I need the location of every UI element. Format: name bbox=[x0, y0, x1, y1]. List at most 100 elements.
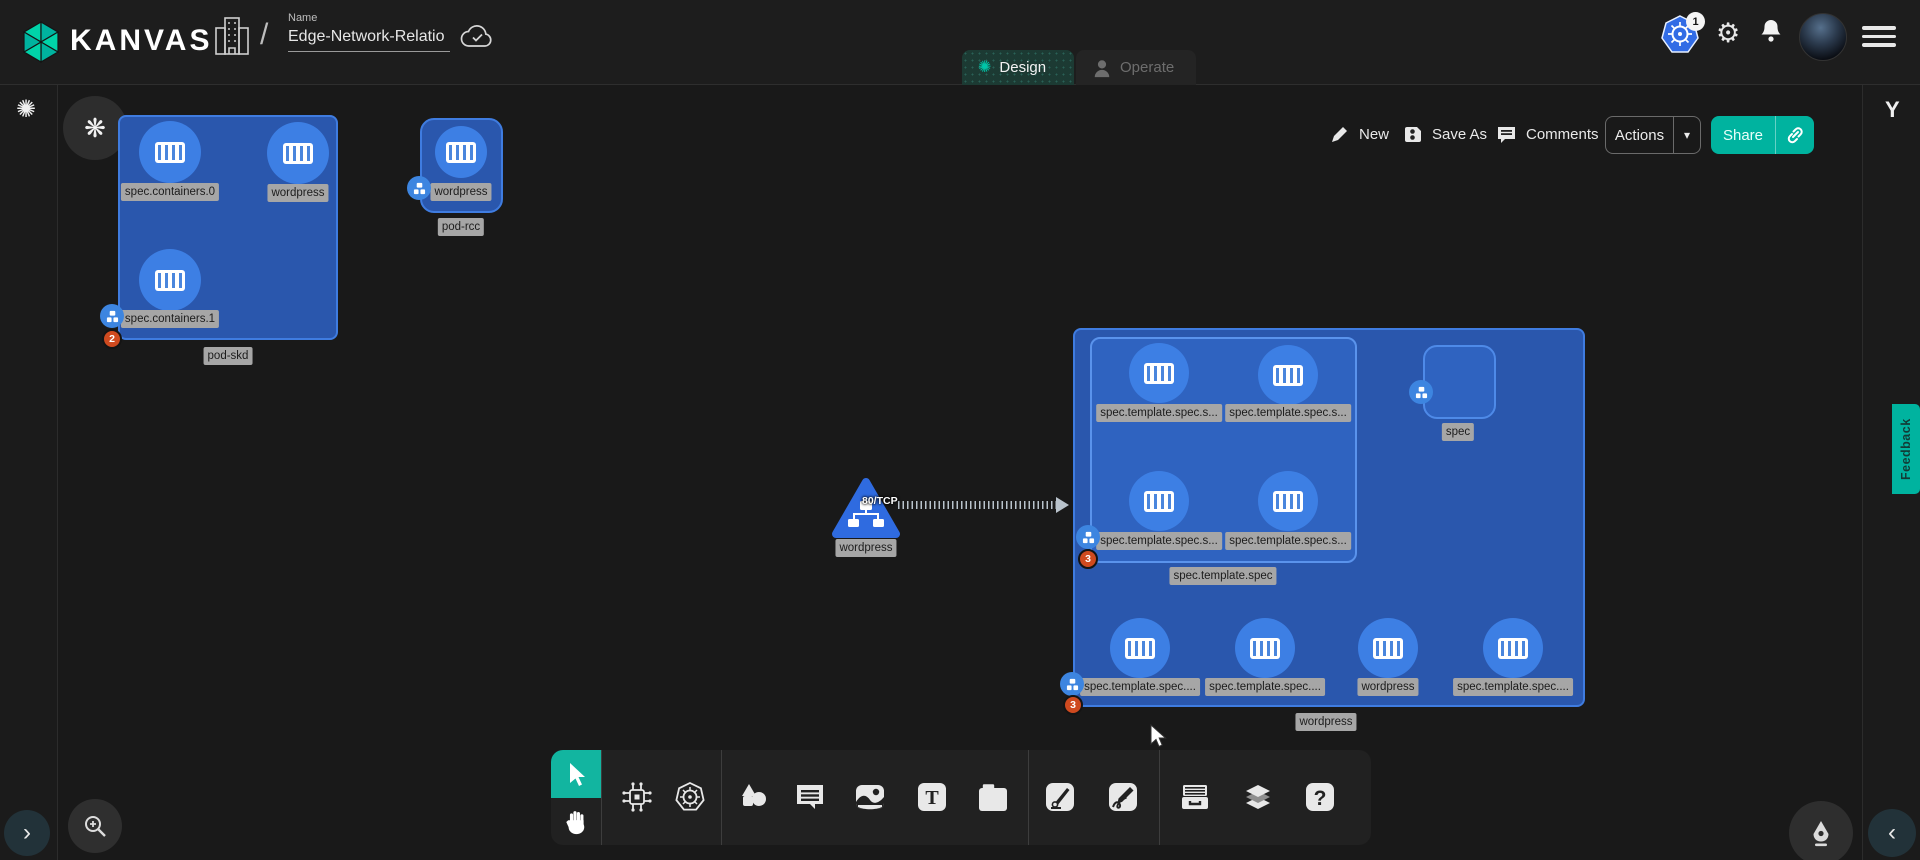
node-container[interactable] bbox=[1258, 345, 1318, 405]
node-wordpress-container[interactable] bbox=[435, 126, 487, 178]
node-spec[interactable] bbox=[1423, 345, 1496, 419]
svg-text:T: T bbox=[925, 787, 939, 809]
select-tool-button[interactable] bbox=[551, 750, 601, 798]
share-divider bbox=[1775, 116, 1776, 154]
header-bar: KANVAS / Name ✺ Design Operat bbox=[0, 0, 1920, 85]
toolbar-divider bbox=[721, 750, 722, 845]
layers-tool-icon[interactable] bbox=[1240, 779, 1276, 815]
node-container[interactable] bbox=[1110, 618, 1170, 678]
pod-badge-icon[interactable] bbox=[1076, 525, 1100, 549]
share-button-label: Share bbox=[1711, 127, 1775, 144]
meshery-spinner-icon[interactable]: ✺ bbox=[16, 95, 36, 124]
node-container[interactable] bbox=[1129, 343, 1189, 403]
node-spec-containers-0[interactable] bbox=[139, 121, 201, 183]
notifications-bell-icon[interactable] bbox=[1758, 18, 1784, 47]
pen-nib-icon bbox=[1806, 818, 1836, 848]
toolbar-divider bbox=[1159, 750, 1160, 845]
container-icon bbox=[446, 142, 476, 163]
image-tool-icon[interactable] bbox=[852, 779, 888, 815]
node-spec-containers-1[interactable] bbox=[139, 249, 201, 311]
text-tool-icon[interactable]: T bbox=[914, 779, 950, 815]
pod-badge-icon[interactable] bbox=[1409, 380, 1433, 404]
design-mode-pen-button[interactable] bbox=[1789, 801, 1853, 860]
issue-count-badge[interactable]: 3 bbox=[1078, 549, 1098, 569]
container-icon bbox=[1273, 365, 1303, 386]
new-button-label: New bbox=[1359, 126, 1389, 143]
pod-badge-icon[interactable] bbox=[407, 176, 431, 200]
actions-button-label: Actions bbox=[1606, 127, 1673, 144]
container-icon bbox=[1125, 638, 1155, 659]
user-avatar[interactable] bbox=[1799, 13, 1847, 61]
settings-gear-icon[interactable]: ⚙ bbox=[1716, 18, 1740, 49]
cloud-saved-icon bbox=[460, 24, 494, 50]
design-name-input[interactable] bbox=[288, 28, 450, 52]
save-as-button-label: Save As bbox=[1432, 126, 1487, 143]
comment-icon bbox=[1496, 124, 1517, 145]
pod-badge-icon[interactable] bbox=[100, 304, 124, 328]
zoom-in-button[interactable] bbox=[68, 799, 122, 853]
node-label: wordpress bbox=[430, 183, 491, 201]
expand-left-panel-button[interactable]: › bbox=[4, 810, 50, 856]
breadcrumb-separator: / bbox=[260, 18, 268, 52]
pod-badge-icon[interactable] bbox=[1060, 672, 1084, 696]
new-button[interactable]: New bbox=[1330, 124, 1389, 144]
container-icon bbox=[155, 142, 185, 163]
sticky-note-tool-icon[interactable] bbox=[975, 779, 1011, 815]
node-container[interactable] bbox=[1235, 618, 1295, 678]
node-container[interactable] bbox=[1258, 471, 1318, 531]
hamburger-menu-icon[interactable] bbox=[1862, 26, 1896, 52]
drawer-tool-icon[interactable] bbox=[1177, 779, 1213, 815]
edge-arrowhead bbox=[1056, 497, 1069, 513]
caret-down-icon[interactable]: ▾ bbox=[1674, 128, 1700, 142]
group-label-wordpress: wordpress bbox=[1295, 713, 1356, 731]
node-label: spec.template.spec.s... bbox=[1225, 532, 1351, 550]
group-label-pod-skd: pod-skd bbox=[204, 347, 253, 365]
share-button[interactable]: Share bbox=[1711, 116, 1814, 154]
container-icon bbox=[1144, 491, 1174, 512]
tab-operate[interactable]: Operate bbox=[1076, 50, 1196, 85]
link-icon[interactable] bbox=[1785, 125, 1805, 145]
node-label: spec.containers.0 bbox=[121, 183, 219, 201]
container-icon bbox=[1498, 638, 1528, 659]
bottom-toolbar: T ? bbox=[551, 750, 1371, 845]
pan-tool-button[interactable] bbox=[551, 798, 601, 845]
issue-count-badge[interactable]: 2 bbox=[102, 329, 122, 349]
container-icon bbox=[1144, 363, 1174, 384]
left-rail: ✺ bbox=[0, 85, 58, 860]
kanvas-logo-text[interactable]: KANVAS bbox=[70, 24, 212, 58]
node-container[interactable] bbox=[1129, 471, 1189, 531]
comments-button[interactable]: Comments bbox=[1496, 124, 1599, 145]
comment-tool-icon[interactable] bbox=[792, 779, 828, 815]
node-label: spec.template.spec.... bbox=[1205, 678, 1325, 696]
cursor-arrow-icon bbox=[563, 760, 589, 788]
save-as-button[interactable]: Save As bbox=[1402, 124, 1487, 145]
issue-count-badge[interactable]: 3 bbox=[1063, 695, 1083, 715]
freehand-draw-tool-icon[interactable] bbox=[1105, 779, 1141, 815]
pen-path-tool-icon[interactable] bbox=[1042, 779, 1078, 815]
right-panel-handle-icon[interactable]: Y bbox=[1885, 97, 1900, 123]
container-icon bbox=[155, 270, 185, 291]
shapes-tool-icon[interactable] bbox=[735, 779, 771, 815]
toolbar-divider bbox=[1028, 750, 1029, 845]
organization-icon[interactable] bbox=[212, 14, 252, 58]
chevron-right-icon: › bbox=[23, 819, 31, 847]
actions-dropdown-button[interactable]: Actions ▾ bbox=[1605, 116, 1701, 154]
collapse-right-panel-button[interactable]: ‹ bbox=[1868, 809, 1916, 857]
design-tab-icon: ✺ bbox=[978, 60, 991, 76]
feedback-tab[interactable]: Feedback bbox=[1892, 404, 1920, 494]
flower-icon: ❋ bbox=[84, 113, 106, 144]
group-label-spec-template-spec: spec.template.spec bbox=[1169, 567, 1276, 585]
node-wordpress-container[interactable] bbox=[267, 122, 329, 184]
hand-icon bbox=[563, 808, 589, 836]
node-container[interactable] bbox=[1483, 618, 1543, 678]
kanvas-logo-icon[interactable] bbox=[18, 19, 64, 65]
node-label: spec.template.spec.... bbox=[1453, 678, 1573, 696]
magnifier-plus-icon bbox=[81, 812, 109, 840]
help-tool-icon[interactable]: ? bbox=[1302, 779, 1338, 815]
node-wordpress-container[interactable] bbox=[1358, 618, 1418, 678]
components-tool-icon[interactable] bbox=[619, 779, 655, 815]
tab-design[interactable]: ✺ Design bbox=[962, 50, 1074, 85]
kubernetes-tool-icon[interactable] bbox=[672, 779, 708, 815]
node-wordpress-service[interactable] bbox=[831, 477, 901, 541]
operate-tab-icon bbox=[1092, 57, 1112, 79]
